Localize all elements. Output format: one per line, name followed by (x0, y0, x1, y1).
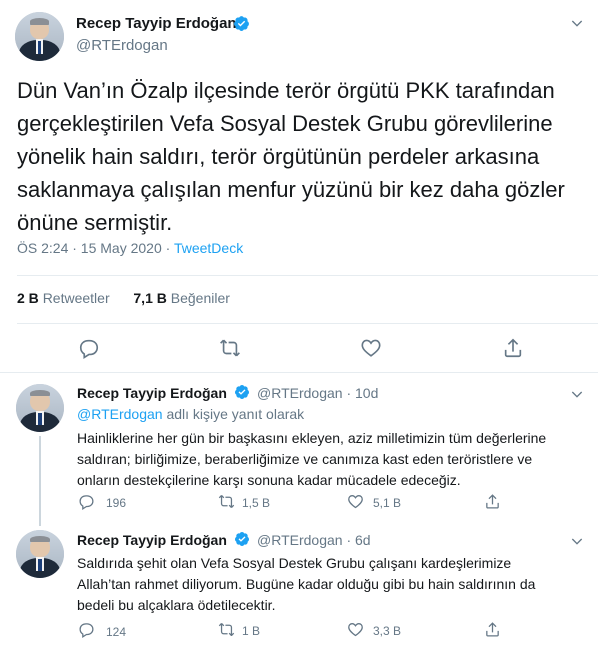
reply-author-name[interactable]: Recep Tayyip Erdoğan (77, 385, 227, 401)
reply-author-handle[interactable]: @RTErdogan · 6d (257, 532, 371, 548)
reply-mention[interactable]: @RTErdogan (77, 406, 163, 422)
like-stat[interactable]: 7,1 B Beğeniler (133, 290, 230, 306)
reply-text: Hainliklerine her gün bir başkasını ekle… (77, 428, 546, 491)
share-icon[interactable] (484, 493, 501, 510)
reply-text-line: onların destekçilerine karşı sonuna kada… (77, 472, 461, 488)
tweet-timestamp: ÖS 2:24 · 15 May 2020 · TweetDeck (17, 240, 243, 256)
reply-count: 196 (106, 496, 127, 510)
chevron-down-icon[interactable] (569, 386, 585, 402)
reply-text: Saldırıda şehit olan Vefa Sosyal Destek … (77, 553, 535, 616)
like-count: 3,3 B (373, 624, 402, 638)
retweet-icon[interactable] (218, 621, 235, 638)
chevron-down-icon[interactable] (569, 15, 585, 31)
avatar[interactable] (16, 384, 64, 432)
reply-text-line: bedeli bu alçaklara ödetilecektir. (77, 597, 276, 613)
retweet-icon[interactable] (219, 337, 241, 359)
retweet-count: 2 B (17, 290, 39, 306)
tweet-stats: 2 B Retweetler 7,1 B Beğeniler (17, 290, 230, 306)
like-count: 7,1 B (133, 290, 167, 306)
verified-badge-icon (235, 532, 249, 546)
tweet-text-line: önüne sermiştir. (17, 210, 173, 235)
avatar[interactable] (16, 530, 64, 578)
avatar[interactable] (15, 12, 64, 61)
reply-author-handle[interactable]: @RTErdogan · 10d (257, 385, 378, 401)
divider (17, 323, 598, 324)
share-icon[interactable] (484, 621, 501, 638)
chevron-down-icon[interactable] (569, 533, 585, 549)
reply-to-label: adlı kişiye yanıt olarak (162, 406, 305, 422)
tweet-text-line: gerçekleştirilen Vefa Sosyal Destek Grub… (17, 111, 553, 136)
reply-text-line: Allah’tan rahmet diliyorum. Bugüne kadar… (77, 576, 536, 592)
tweet-text-line: saklanmaya çalışılan menfur yüzünü bir k… (17, 177, 565, 202)
retweet-count: 1,5 B (242, 496, 271, 510)
retweet-icon[interactable] (218, 493, 235, 510)
like-count: 5,1 B (373, 496, 402, 510)
replying-to: @RTErdogan adlı kişiye yanıt olarak (77, 406, 304, 422)
verified-badge-icon (235, 385, 249, 399)
like-label: Beğeniler (170, 290, 230, 306)
tweet-text: Dün Van’ın Özalp ilçesinde terör örgütü … (17, 74, 592, 239)
tweet-time[interactable]: ÖS 2:24 · 15 May 2020 · (17, 240, 174, 256)
heart-icon[interactable] (347, 493, 364, 510)
heart-icon[interactable] (360, 337, 382, 359)
reply-icon[interactable] (78, 337, 100, 359)
reply-count: 124 (106, 625, 127, 639)
author-name[interactable]: Recep Tayyip Erdoğan (76, 15, 237, 32)
tweet-text-line: yönelik hain saldırı, terör örgütünün pe… (17, 144, 540, 169)
divider (17, 275, 598, 276)
divider (0, 372, 598, 373)
tweet-text-line: Dün Van’ın Özalp ilçesinde terör örgütü … (17, 78, 555, 103)
retweet-stat[interactable]: 2 B Retweetler (17, 290, 110, 306)
reply-text-line: Hainliklerine her gün bir başkasını ekle… (77, 430, 547, 446)
reply-icon[interactable] (78, 621, 95, 638)
reply-text-line: Saldırıda şehit olan Vefa Sosyal Destek … (77, 555, 512, 571)
tweet-source[interactable]: TweetDeck (174, 240, 243, 256)
thread-connector (39, 436, 41, 526)
reply-text-line: saldıran; birliğimize, beraberliğimize v… (77, 451, 533, 467)
verified-badge-icon (234, 16, 249, 31)
heart-icon[interactable] (347, 621, 364, 638)
reply-author-name[interactable]: Recep Tayyip Erdoğan (77, 532, 227, 548)
reply-icon[interactable] (78, 493, 95, 510)
share-icon[interactable] (502, 337, 524, 359)
retweet-count: 1 B (242, 624, 261, 638)
retweet-label: Retweetler (42, 290, 110, 306)
author-handle[interactable]: @RTErdogan (76, 37, 168, 54)
